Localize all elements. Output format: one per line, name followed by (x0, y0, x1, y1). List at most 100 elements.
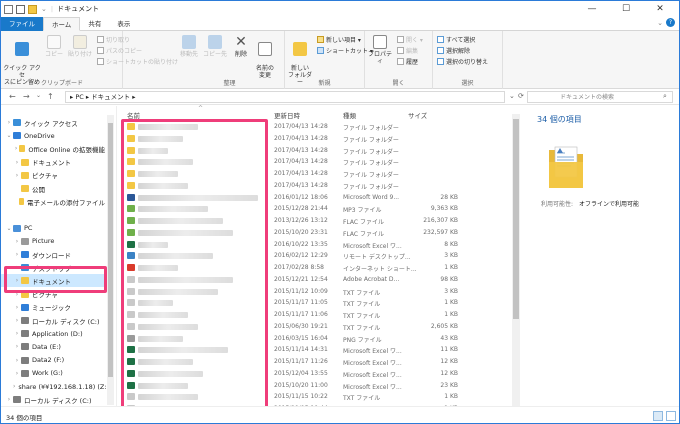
column-date-header[interactable]: 更新日時 (274, 110, 300, 120)
large-icons-view-button[interactable] (666, 411, 676, 421)
address-box[interactable]: ▸ PC ▸ ドキュメント ▸ (65, 91, 505, 103)
file-type: MP3 ファイル (343, 207, 382, 215)
copy-to-button[interactable]: コピー先 (203, 35, 227, 58)
rename-button[interactable]: 名前の 変更 (253, 35, 277, 79)
nav-item[interactable]: › ピクチャ (1, 169, 105, 182)
copy-path-button[interactable]: パスのコピー (97, 46, 142, 55)
file-size: 1 KB (444, 299, 458, 307)
tab-share[interactable]: 共有 (80, 17, 109, 31)
properties-button[interactable]: プロパティ (367, 35, 393, 65)
new-item-button[interactable]: 新しい項目 ▾ (317, 35, 361, 44)
expand-chevron-icon[interactable]: › (13, 159, 21, 166)
nav-item[interactable]: › クイック アクセス (1, 116, 105, 129)
new-folder-icon (293, 42, 307, 56)
file-size: 1 KB (444, 393, 458, 401)
file-date: 2017/04/13 14:28 (274, 123, 328, 130)
details-view-button[interactable] (653, 411, 663, 421)
tab-view[interactable]: 表示 (109, 17, 138, 31)
file-type: Microsoft Excel ワ... (343, 242, 402, 250)
search-input[interactable]: ドキュメントの検索 (527, 91, 673, 103)
copy-to-icon (208, 35, 222, 49)
minimize-button[interactable]: — (575, 1, 609, 17)
column-type-header[interactable]: 種類 (343, 110, 356, 120)
rename-icon (258, 42, 272, 56)
quick-access-dropdown-icon[interactable]: ⌄ (41, 5, 47, 13)
expand-chevron-icon[interactable]: ⌄ (5, 132, 13, 139)
nav-item[interactable]: ⌄ PC (1, 222, 105, 235)
select-all-button[interactable]: すべて選択 (437, 35, 475, 44)
nav-item[interactable]: › Application (D:) (1, 327, 105, 340)
cut-button[interactable]: 切り取り (97, 35, 130, 44)
expand-chevron-icon[interactable]: › (5, 119, 13, 126)
refresh-icon[interactable]: ⟳ (518, 92, 524, 100)
edit-button[interactable]: 編集 (397, 46, 418, 55)
expand-chevron-icon[interactable]: › (13, 370, 21, 377)
expand-chevron-icon[interactable]: › (13, 304, 21, 311)
up-button[interactable]: ↑ (47, 92, 54, 101)
nav-item[interactable]: › share (¥¥192.168.1.18) (Z: (1, 380, 107, 393)
expand-chevron-icon[interactable]: › (13, 383, 15, 390)
list-scrollbar-thumb[interactable] (513, 119, 519, 319)
expand-chevron-icon[interactable]: ⌄ (5, 225, 13, 232)
edit-label: 編集 (406, 48, 419, 55)
quick-access-properties-icon[interactable] (4, 4, 13, 14)
nav-item[interactable]: › ローカル ディスク (C:) (1, 393, 105, 406)
breadcrumb[interactable]: ▸ PC ▸ ドキュメント ▸ (70, 93, 136, 101)
expand-chevron-icon[interactable]: › (5, 396, 13, 403)
nav-item[interactable]: › ドキュメント (1, 156, 105, 169)
back-button[interactable]: ← (9, 92, 16, 101)
select-none-button[interactable]: 選択解除 (437, 46, 470, 55)
tab-file[interactable]: ファイル (1, 17, 43, 31)
nav-item-label: PC (24, 224, 33, 233)
expand-chevron-icon[interactable]: › (13, 172, 21, 179)
nav-item-label: クイック アクセス (24, 119, 78, 128)
navigation-pane: › クイック アクセス ⌄ OneDrive › Office Online の拡張機能 ›… (1, 106, 117, 406)
forward-button[interactable]: → (23, 92, 30, 101)
nav-item[interactable]: › Data (E:) (1, 340, 105, 353)
quick-access-new-folder-icon[interactable] (28, 4, 37, 14)
file-type: Microsoft Excel ワ... (343, 360, 402, 367)
paste-shortcut-button[interactable]: ショートカットの貼り付け (97, 57, 178, 66)
nav-item-icon (21, 158, 29, 166)
delete-x-icon: ✕ (235, 34, 247, 50)
maximize-button[interactable]: ☐ (609, 1, 643, 17)
copy-button[interactable]: コピー (43, 35, 65, 58)
nav-item[interactable]: › Work (G:) (1, 367, 105, 380)
invert-selection-button[interactable]: 選択の切り替え (437, 57, 488, 66)
ribbon-expand-icon[interactable]: ⌄ (657, 19, 663, 27)
nav-item[interactable]: 電子メールの添付ファイル (1, 195, 105, 208)
close-button[interactable]: ✕ (643, 1, 677, 17)
expand-chevron-icon[interactable]: › (13, 251, 21, 258)
expand-chevron-icon[interactable]: › (13, 238, 21, 245)
nav-item[interactable]: › ローカル ディスク (C:) (1, 314, 105, 327)
nav-item[interactable]: › Picture (1, 235, 105, 248)
recent-locations-button[interactable]: ⌄ (36, 92, 41, 99)
expand-chevron-icon[interactable]: › (13, 330, 21, 337)
delete-button[interactable]: ✕ 削除 (231, 35, 251, 58)
nav-item[interactable]: ⌄ OneDrive (1, 129, 105, 142)
column-size-header[interactable]: サイズ (408, 110, 427, 120)
move-to-button[interactable]: 移動先 (177, 35, 201, 58)
nav-item[interactable]: › ミュージック (1, 301, 105, 314)
quick-access-check-icon[interactable] (16, 4, 25, 14)
address-dropdown-icon[interactable]: ⌄ (509, 92, 515, 100)
tab-home[interactable]: ホーム (43, 17, 81, 31)
file-size: 3 KB (444, 252, 458, 260)
nav-item[interactable]: › Office Online の拡張機能 (1, 142, 105, 155)
expand-chevron-icon[interactable]: › (13, 343, 21, 350)
paste-button[interactable]: 貼り付け (67, 35, 93, 58)
nav-item[interactable]: 公開 (1, 182, 105, 195)
expand-chevron-icon[interactable]: › (13, 317, 21, 324)
help-icon[interactable]: ? (666, 18, 675, 27)
new-group: 新しい フォルダー 新しい項目 ▾ ショートカット ▾ 新規 (285, 31, 373, 89)
history-button[interactable]: 履歴 (397, 57, 418, 66)
nav-item[interactable]: › Data2 (F:) (1, 354, 105, 367)
expand-chevron-icon[interactable]: › (13, 357, 21, 364)
documents-folder-icon (549, 146, 583, 188)
move-to-icon (182, 35, 196, 49)
nav-item[interactable]: › ダウンロード (1, 248, 105, 261)
nav-scrollbar-thumb[interactable] (108, 123, 113, 377)
details-pane: 34 個の項目 利用可能性: オフラインで利用可能 (523, 106, 679, 406)
open-button[interactable]: 開く ▾ (397, 35, 423, 44)
open-group-label: 開く (392, 80, 405, 87)
